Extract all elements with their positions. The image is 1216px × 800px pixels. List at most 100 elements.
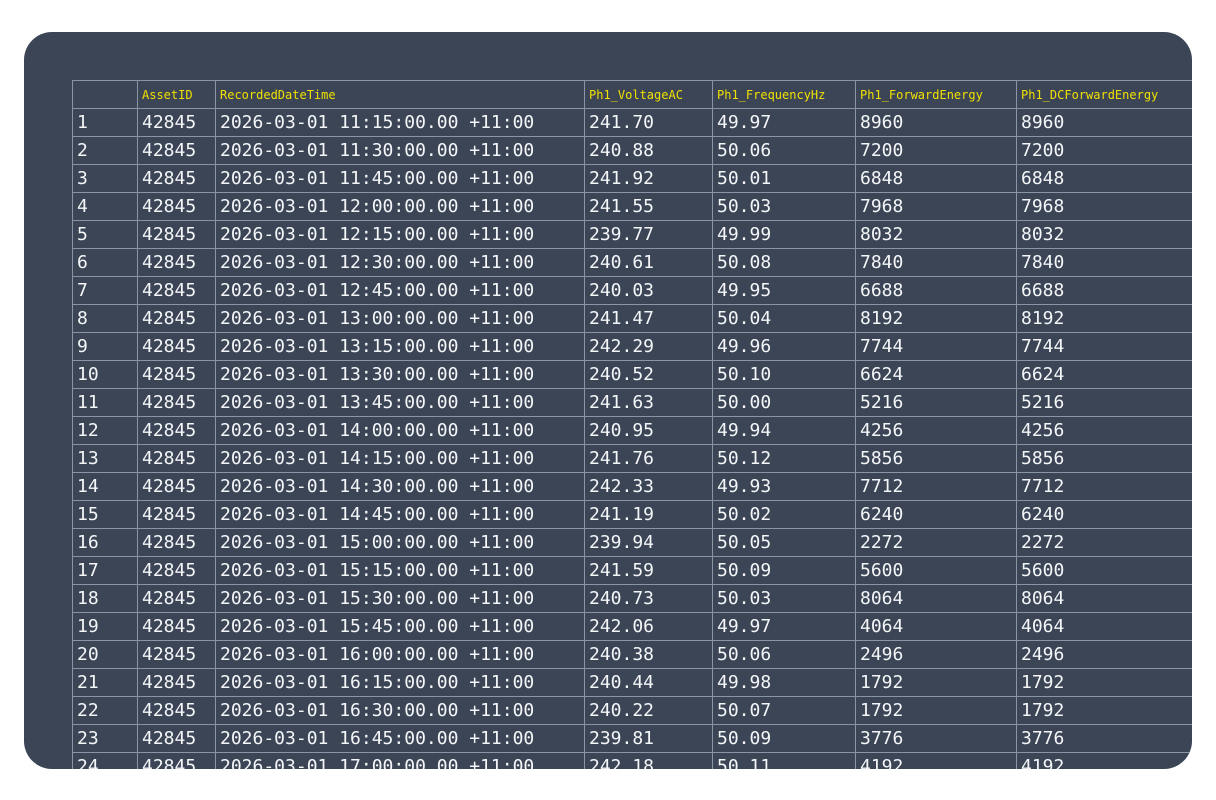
recordeddatetime-cell[interactable]: 2026-03-01 13:00:00.00 +11:00 xyxy=(215,304,585,333)
dc-forward-energy-cell[interactable]: 6240 xyxy=(1016,500,1192,529)
dc-forward-energy-cell[interactable]: 4192 xyxy=(1016,752,1192,769)
dc-forward-energy-cell[interactable]: 8960 xyxy=(1016,108,1192,137)
voltage-cell[interactable]: 239.94 xyxy=(584,528,713,557)
forward-energy-cell[interactable]: 8032 xyxy=(855,220,1017,249)
row-number-cell[interactable]: 7 xyxy=(72,276,138,305)
voltage-cell[interactable]: 240.22 xyxy=(584,696,713,725)
dc-forward-energy-cell[interactable]: 3776 xyxy=(1016,724,1192,753)
assetid-cell[interactable]: 42845 xyxy=(137,556,216,585)
dc-forward-energy-cell[interactable]: 2272 xyxy=(1016,528,1192,557)
recordeddatetime-cell[interactable]: 2026-03-01 16:30:00.00 +11:00 xyxy=(215,696,585,725)
assetid-cell[interactable]: 42845 xyxy=(137,668,216,697)
row-number-cell[interactable]: 19 xyxy=(72,612,138,641)
assetid-cell[interactable]: 42845 xyxy=(137,500,216,529)
dc-forward-energy-cell[interactable]: 7200 xyxy=(1016,136,1192,165)
forward-energy-cell[interactable]: 5600 xyxy=(855,556,1017,585)
dc-forward-energy-cell[interactable]: 7744 xyxy=(1016,332,1192,361)
table-row[interactable]: 17 42845 2026-03-01 15:15:00.00 +11:00 241.… xyxy=(72,556,1192,585)
forward-energy-cell[interactable]: 5856 xyxy=(855,444,1017,473)
table-row[interactable]: 15 42845 2026-03-01 14:45:00.00 +11:00 241.… xyxy=(72,500,1192,529)
frequency-cell[interactable]: 50.04 xyxy=(712,304,856,333)
forward-energy-cell[interactable]: 4064 xyxy=(855,612,1017,641)
voltage-cell[interactable]: 241.76 xyxy=(584,444,713,473)
assetid-cell[interactable]: 42845 xyxy=(137,192,216,221)
row-number-cell[interactable]: 9 xyxy=(72,332,138,361)
recordeddatetime-cell[interactable]: 2026-03-01 16:00:00.00 +11:00 xyxy=(215,640,585,669)
frequency-cell[interactable]: 50.06 xyxy=(712,640,856,669)
row-number-cell[interactable]: 8 xyxy=(72,304,138,333)
forward-energy-cell[interactable]: 7744 xyxy=(855,332,1017,361)
assetid-cell[interactable]: 42845 xyxy=(137,360,216,389)
table-row[interactable]: 16 42845 2026-03-01 15:00:00.00 +11:00 239.… xyxy=(72,528,1192,557)
row-number-cell[interactable]: 18 xyxy=(72,584,138,613)
forward-energy-cell[interactable]: 7712 xyxy=(855,472,1017,501)
recordeddatetime-cell[interactable]: 2026-03-01 15:45:00.00 +11:00 xyxy=(215,612,585,641)
frequency-cell[interactable]: 49.97 xyxy=(712,108,856,137)
dc-forward-energy-cell[interactable]: 8064 xyxy=(1016,584,1192,613)
column-header-recordeddatetime[interactable]: RecordedDateTime xyxy=(215,80,585,109)
forward-energy-cell[interactable]: 7840 xyxy=(855,248,1017,277)
assetid-cell[interactable]: 42845 xyxy=(137,332,216,361)
row-number-cell[interactable]: 15 xyxy=(72,500,138,529)
frequency-cell[interactable]: 49.99 xyxy=(712,220,856,249)
table-row[interactable]: 12 42845 2026-03-01 14:00:00.00 +11:00 240.… xyxy=(72,416,1192,445)
forward-energy-cell[interactable]: 4192 xyxy=(855,752,1017,769)
recordeddatetime-cell[interactable]: 2026-03-01 11:30:00.00 +11:00 xyxy=(215,136,585,165)
column-header-assetid[interactable]: AssetID xyxy=(137,80,216,109)
column-header-ph1-frequencyhz[interactable]: Ph1_FrequencyHz xyxy=(712,80,856,109)
assetid-cell[interactable]: 42845 xyxy=(137,696,216,725)
frequency-cell[interactable]: 50.09 xyxy=(712,556,856,585)
forward-energy-cell[interactable]: 4256 xyxy=(855,416,1017,445)
frequency-cell[interactable]: 50.12 xyxy=(712,444,856,473)
assetid-cell[interactable]: 42845 xyxy=(137,164,216,193)
forward-energy-cell[interactable]: 1792 xyxy=(855,696,1017,725)
row-number-cell[interactable]: 16 xyxy=(72,528,138,557)
dc-forward-energy-cell[interactable]: 7712 xyxy=(1016,472,1192,501)
voltage-cell[interactable]: 241.55 xyxy=(584,192,713,221)
frequency-cell[interactable]: 49.94 xyxy=(712,416,856,445)
recordeddatetime-cell[interactable]: 2026-03-01 16:45:00.00 +11:00 xyxy=(215,724,585,753)
recordeddatetime-cell[interactable]: 2026-03-01 11:15:00.00 +11:00 xyxy=(215,108,585,137)
recordeddatetime-cell[interactable]: 2026-03-01 15:00:00.00 +11:00 xyxy=(215,528,585,557)
table-row[interactable]: 13 42845 2026-03-01 14:15:00.00 +11:00 241.… xyxy=(72,444,1192,473)
assetid-cell[interactable]: 42845 xyxy=(137,724,216,753)
frequency-cell[interactable]: 50.08 xyxy=(712,248,856,277)
dc-forward-energy-cell[interactable]: 7968 xyxy=(1016,192,1192,221)
recordeddatetime-cell[interactable]: 2026-03-01 11:45:00.00 +11:00 xyxy=(215,164,585,193)
recordeddatetime-cell[interactable]: 2026-03-01 14:00:00.00 +11:00 xyxy=(215,416,585,445)
row-number-cell[interactable]: 6 xyxy=(72,248,138,277)
voltage-cell[interactable]: 242.06 xyxy=(584,612,713,641)
row-number-cell[interactable]: 21 xyxy=(72,668,138,697)
dc-forward-energy-cell[interactable]: 6848 xyxy=(1016,164,1192,193)
forward-energy-cell[interactable]: 1792 xyxy=(855,668,1017,697)
voltage-cell[interactable]: 240.88 xyxy=(584,136,713,165)
row-number-cell[interactable]: 3 xyxy=(72,164,138,193)
row-number-cell[interactable]: 1 xyxy=(72,108,138,137)
forward-energy-cell[interactable]: 6848 xyxy=(855,164,1017,193)
row-number-cell[interactable]: 23 xyxy=(72,724,138,753)
voltage-cell[interactable]: 239.81 xyxy=(584,724,713,753)
table-row[interactable]: 5 42845 2026-03-01 12:15:00.00 +11:00 239.7… xyxy=(72,220,1192,249)
voltage-cell[interactable]: 242.33 xyxy=(584,472,713,501)
dc-forward-energy-cell[interactable]: 7840 xyxy=(1016,248,1192,277)
column-header-ph1-forwardenergy[interactable]: Ph1_ForwardEnergy xyxy=(855,80,1017,109)
table-row[interactable]: 14 42845 2026-03-01 14:30:00.00 +11:00 242.… xyxy=(72,472,1192,501)
row-number-cell[interactable]: 11 xyxy=(72,388,138,417)
frequency-cell[interactable]: 49.98 xyxy=(712,668,856,697)
table-row[interactable]: 7 42845 2026-03-01 12:45:00.00 +11:00 240.0… xyxy=(72,276,1192,305)
forward-energy-cell[interactable]: 2496 xyxy=(855,640,1017,669)
recordeddatetime-cell[interactable]: 2026-03-01 17:00:00.00 +11:00 xyxy=(215,752,585,769)
voltage-cell[interactable]: 240.73 xyxy=(584,584,713,613)
column-header-ph1-voltageac[interactable]: Ph1_VoltageAC xyxy=(584,80,713,109)
table-row[interactable]: 21 42845 2026-03-01 16:15:00.00 +11:00 240.… xyxy=(72,668,1192,697)
frequency-cell[interactable]: 50.06 xyxy=(712,136,856,165)
row-number-cell[interactable]: 4 xyxy=(72,192,138,221)
voltage-cell[interactable]: 241.92 xyxy=(584,164,713,193)
recordeddatetime-cell[interactable]: 2026-03-01 15:15:00.00 +11:00 xyxy=(215,556,585,585)
row-number-cell[interactable]: 24 xyxy=(72,752,138,769)
dc-forward-energy-cell[interactable]: 5856 xyxy=(1016,444,1192,473)
table-row[interactable]: 6 42845 2026-03-01 12:30:00.00 +11:00 240.6… xyxy=(72,248,1192,277)
voltage-cell[interactable]: 242.29 xyxy=(584,332,713,361)
assetid-cell[interactable]: 42845 xyxy=(137,136,216,165)
voltage-cell[interactable]: 241.47 xyxy=(584,304,713,333)
